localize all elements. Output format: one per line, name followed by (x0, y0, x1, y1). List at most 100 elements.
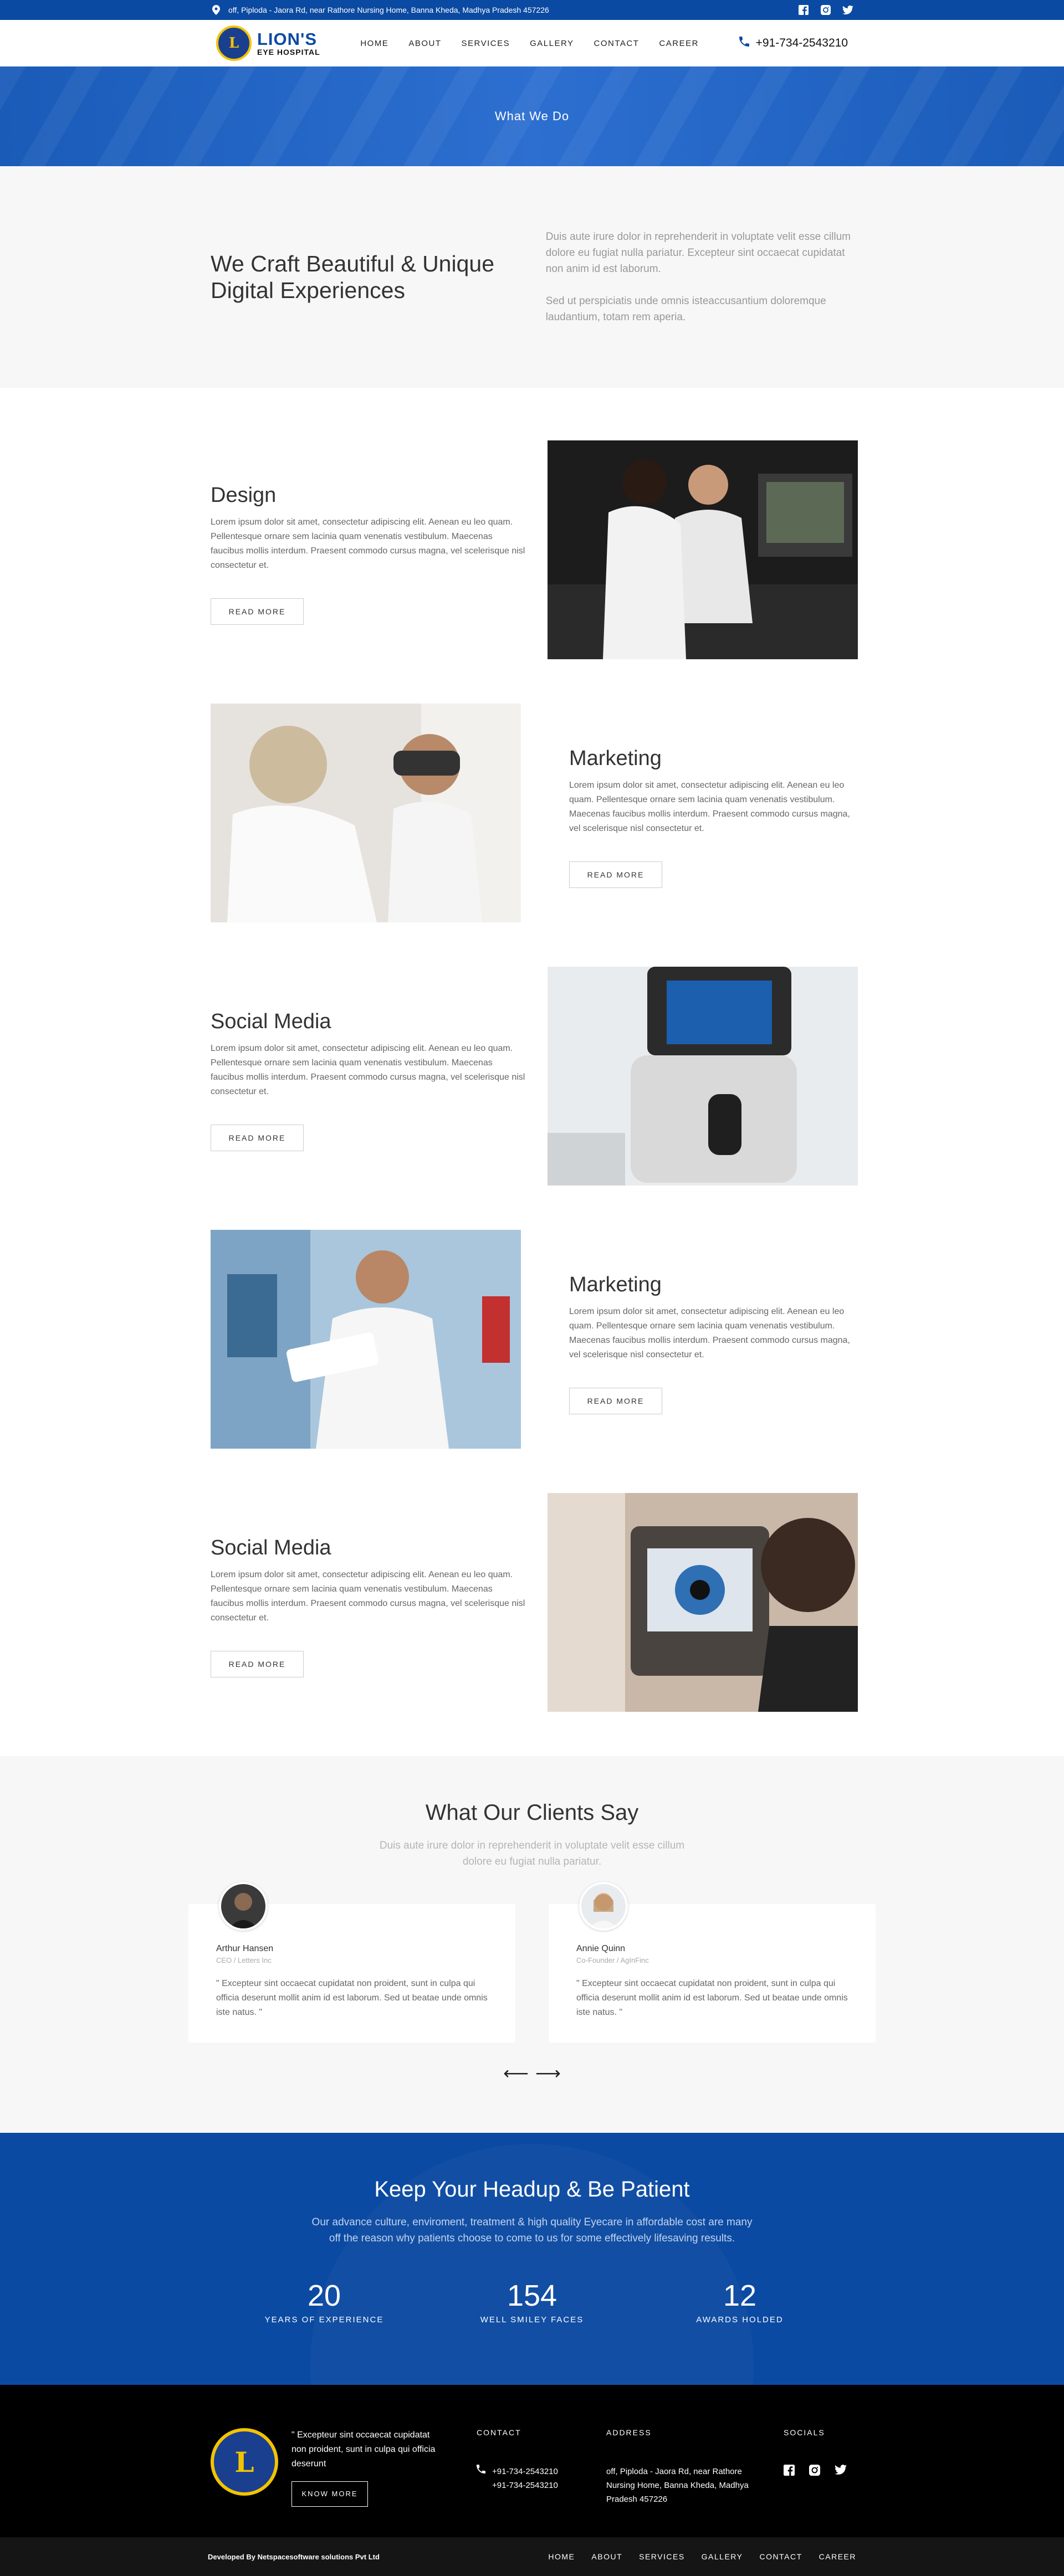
nav-item-gallery[interactable]: GALLERY (530, 39, 574, 48)
feature-row: Design Lorem ipsum dolor sit amet, conse… (0, 440, 1064, 659)
stat-label: AWARDS HOLDED (696, 2315, 784, 2324)
stat-faces: 154 WELL SMILEY FACES (428, 2279, 636, 2324)
feature-image-eye-device (548, 967, 858, 1186)
top-address-text: off, Piploda - Jaora Rd, near Rathore Nu… (228, 6, 549, 14)
main-nav: L LION'S EYE HOSPITAL HOME ABOUT SERVICE… (0, 20, 1064, 66)
stat-number: 12 (723, 2279, 757, 2312)
feature-body: Social Media Lorem ipsum dolor sit amet,… (211, 1536, 526, 1677)
feature-text: Lorem ipsum dolor sit amet, consectetur … (569, 1307, 850, 1359)
client-role: CEO / Letters Inc (216, 1956, 272, 1964)
feature-text: Lorem ipsum dolor sit amet, consectetur … (211, 517, 525, 570)
footer-link-career[interactable]: CAREER (819, 2552, 856, 2561)
lions-logo: L (216, 25, 252, 61)
instagram-icon[interactable] (820, 4, 831, 16)
testimonials-heading: What Our Clients Say (425, 1800, 639, 1825)
client-name: Annie Quinn (576, 1944, 626, 1953)
stat-number: 20 (307, 2279, 341, 2312)
footer-phone1[interactable]: +91-734-2543210 (492, 2465, 558, 2478)
feature-text: Lorem ipsum dolor sit amet, consectetur … (211, 1044, 525, 1096)
feature-title: Social Media (211, 1010, 331, 1033)
testimonial-card: Annie Quinn Co-Founder / AgInFinc " Exce… (549, 1882, 876, 2043)
feature-body: Marketing Lorem ipsum dolor sit amet, co… (569, 747, 857, 888)
know-more-button[interactable]: KNOW MORE (291, 2481, 368, 2507)
stat-number: 154 (507, 2279, 557, 2312)
phone-icon (477, 2465, 485, 2492)
stat-years: 20 YEARS OF EXPERIENCE (221, 2279, 428, 2324)
arrow-left-icon[interactable]: ⟵ (503, 2062, 529, 2084)
footer-bottom: Developed By Netspacesoftware solutions … (0, 2537, 1064, 2576)
feature-title: Social Media (211, 1536, 331, 1559)
read-more-button[interactable]: READ MORE (211, 1651, 304, 1677)
feature-title: Marketing (569, 1273, 662, 1296)
nav-phone[interactable]: +91-734-2543210 (739, 37, 848, 50)
testimonial-card: Arthur Hansen CEO / Letters Inc " Except… (188, 1882, 515, 2043)
footer-phone2[interactable]: +91-734-2543210 (492, 2478, 558, 2492)
client-role: Co-Founder / AgInFinc (576, 1956, 649, 1964)
footer-phones: +91-734-2543210 +91-734-2543210 (477, 2465, 606, 2492)
arrow-right-icon[interactable]: ⟶ (535, 2062, 561, 2084)
testimonials-sub: Duis aute irure dolor in reprehenderit i… (379, 1840, 685, 1867)
feature-text: Lorem ipsum dolor sit amet, consectetur … (569, 781, 850, 833)
brand[interactable]: L LION'S EYE HOSPITAL (216, 25, 320, 61)
client-quote: " Excepteur sint occaecat cupidatat non … (576, 1979, 848, 2017)
top-address: off, Piploda - Jaora Rd, near Rathore Nu… (211, 4, 549, 16)
intro-para2: Sed ut perspiciatis unde omnis isteaccus… (545, 295, 826, 323)
brand-text: LION'S EYE HOSPITAL (257, 30, 320, 57)
features-section: Design Lorem ipsum dolor sit amet, conse… (0, 388, 1064, 1712)
counters-sub: Our advance culture, enviroment, treatme… (311, 2216, 753, 2244)
counters-section: Keep Your Headup & Be Patient Our advanc… (0, 2133, 1064, 2385)
nav-item-services[interactable]: SERVICES (462, 39, 510, 48)
footer-socials: SOCIALS (784, 2428, 847, 2537)
footer-link-home[interactable]: HOME (548, 2552, 575, 2561)
read-more-button[interactable]: READ MORE (569, 861, 662, 888)
footer-link-contact[interactable]: CONTACT (760, 2552, 802, 2561)
read-more-button[interactable]: READ MORE (569, 1388, 662, 1414)
nav-item-contact[interactable]: CONTACT (594, 39, 640, 48)
facebook-icon[interactable] (784, 2465, 795, 2478)
twitter-icon[interactable] (842, 4, 853, 16)
footer-address-title: ADDRESS (606, 2428, 652, 2437)
stat-awards: 12 AWARDS HOLDED (636, 2279, 844, 2324)
avatar (219, 1882, 268, 1931)
footer: L " Excepteur sint occaecat cupidatat no… (0, 2385, 1064, 2537)
intro-section: We Craft Beautiful & Unique Digital Expe… (0, 166, 1064, 388)
footer-contact: CONTACT +91-734-2543210 +91-734-2543210 (477, 2428, 606, 2537)
footer-link-services[interactable]: SERVICES (639, 2552, 685, 2561)
developer-credit: Developed By Netspacesoftware solutions … (208, 2552, 380, 2561)
nav-item-career[interactable]: CAREER (659, 39, 699, 48)
brand-line1: LION'S (257, 29, 318, 49)
testimonials-section: What Our Clients Say Duis aute irure dol… (0, 1756, 1064, 2133)
feature-image-eye-exam (548, 440, 858, 659)
feature-row: Marketing Lorem ipsum dolor sit amet, co… (0, 704, 1064, 922)
twitter-icon[interactable] (835, 2465, 847, 2478)
footer-link-about[interactable]: ABOUT (591, 2552, 622, 2561)
footer-address: ADDRESS off, Piploda - Jaora Rd, near Ra… (606, 2428, 784, 2537)
footer-quote: " Excepteur sint occaecat cupidatat non … (291, 2430, 436, 2469)
nav-menu: HOME ABOUT SERVICES GALLERY CONTACT CARE… (360, 39, 699, 48)
feature-image-doctor (211, 1230, 521, 1449)
counters-heading: Keep Your Headup & Be Patient (374, 2177, 690, 2202)
footer-logo: L (211, 2428, 278, 2496)
client-quote: " Excepteur sint occaecat cupidatat non … (216, 1979, 488, 2017)
brand-line2: EYE HOSPITAL (257, 47, 320, 57)
stat-label: WELL SMILEY FACES (480, 2315, 584, 2324)
nav-item-home[interactable]: HOME (360, 39, 388, 48)
footer-link-gallery[interactable]: GALLERY (702, 2552, 743, 2561)
instagram-icon[interactable] (809, 2465, 820, 2478)
intro-text: Duis aute irure dolor in reprehenderit i… (546, 229, 853, 325)
feature-image-child-test (211, 704, 521, 922)
feature-image-eye-scan (548, 1493, 858, 1712)
top-socials (798, 4, 853, 16)
feature-body: Design Lorem ipsum dolor sit amet, conse… (211, 484, 526, 625)
read-more-button[interactable]: READ MORE (211, 598, 304, 625)
hero-banner: What We Do (0, 66, 1064, 166)
stat-label: YEARS OF EXPERIENCE (264, 2315, 384, 2324)
facebook-icon[interactable] (798, 4, 809, 16)
nav-item-about[interactable]: ABOUT (408, 39, 441, 48)
feature-body: Social Media Lorem ipsum dolor sit amet,… (211, 1010, 526, 1151)
footer-social-icons (784, 2465, 847, 2478)
read-more-button[interactable]: READ MORE (211, 1125, 304, 1151)
stats-row: 20 YEARS OF EXPERIENCE 154 WELL SMILEY F… (0, 2279, 1064, 2324)
footer-about: " Excepteur sint occaecat cupidatat non … (291, 2428, 441, 2537)
feature-row: Marketing Lorem ipsum dolor sit amet, co… (0, 1230, 1064, 1449)
